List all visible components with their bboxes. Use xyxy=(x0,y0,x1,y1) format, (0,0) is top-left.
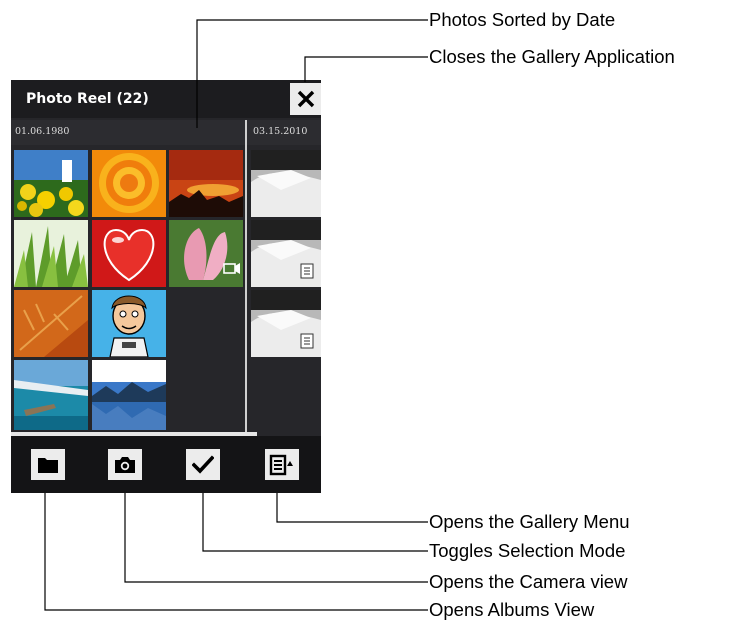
callout-selection-mode: Toggles Selection Mode xyxy=(429,540,626,561)
callout-albums-view: Opens Albums View xyxy=(429,599,595,620)
callout-camera-view: Opens the Camera view xyxy=(429,571,628,592)
callout-leader-lines xyxy=(44,19,428,611)
callout-gallery-menu: Opens the Gallery Menu xyxy=(429,511,630,532)
callout-close-gallery: Closes the Gallery Application xyxy=(429,46,675,67)
gallery-diagram: Photo Reel (22) 01.06.1980 03.15.2010 Ph… xyxy=(0,0,750,631)
callout-photos-sorted-by-date: Photos Sorted by Date xyxy=(429,9,616,30)
